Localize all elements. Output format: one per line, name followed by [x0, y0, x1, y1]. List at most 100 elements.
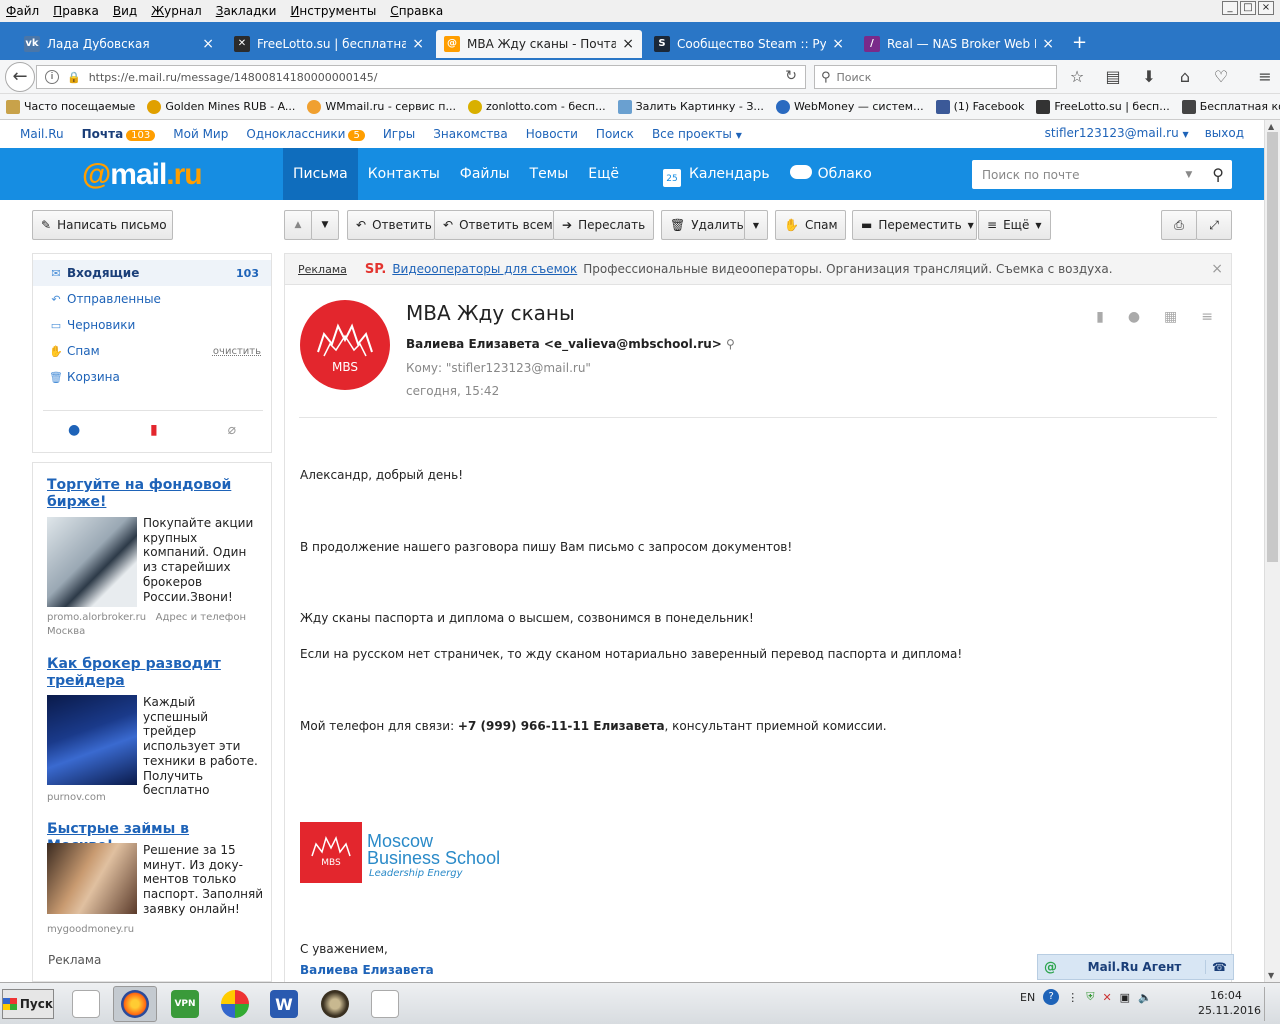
taskbar-firefox[interactable]: [113, 986, 157, 1022]
read-status-icon[interactable]: ●: [1128, 309, 1140, 325]
close-tab-icon[interactable]: ×: [412, 36, 424, 52]
move-button[interactable]: ▬ Переместить ▼: [852, 210, 977, 240]
ad-title[interactable]: Как брокер разводит трейдера: [47, 656, 247, 690]
bookmark-item[interactable]: Залить Картинку - З...: [617, 99, 764, 114]
portal-link-mailru[interactable]: Mail.Ru: [20, 127, 64, 141]
mailru-logo[interactable]: @mail.ru: [82, 158, 203, 192]
close-ad-icon[interactable]: ×: [1211, 261, 1223, 277]
message-from[interactable]: Валиева Елизавета <e_valieva@mbschool.ru…: [406, 337, 735, 351]
prev-message-button[interactable]: ▲: [284, 210, 312, 240]
clear-spam-link[interactable]: очистить: [213, 346, 261, 357]
folder-trash[interactable]: 🗑 Корзина: [33, 364, 271, 390]
portal-link-all-projects[interactable]: Все проекты ▼: [652, 127, 742, 141]
tab-lada[interactable]: vk Лада Дубовская ×: [16, 30, 222, 58]
close-tab-icon[interactable]: ×: [832, 36, 844, 52]
page-scrollbar[interactable]: ▲ ▼: [1264, 120, 1280, 982]
security-shield-icon[interactable]: ⛨: [1086, 990, 1094, 1004]
nav-cloud[interactable]: Облако: [780, 148, 882, 200]
search-icon[interactable]: ⚲: [726, 337, 735, 351]
show-desktop-button[interactable]: [1264, 987, 1278, 1021]
fullscreen-button[interactable]: ⤢: [1196, 210, 1232, 240]
back-button[interactable]: ←: [5, 62, 35, 92]
minimize-button[interactable]: _: [1222, 1, 1238, 15]
tab-steam[interactable]: S Сообщество Steam :: Руков... ×: [646, 30, 852, 58]
compose-button[interactable]: ✎ Написать письмо: [32, 210, 173, 240]
close-window-button[interactable]: ×: [1258, 1, 1274, 15]
portal-link-search[interactable]: Поиск: [596, 127, 634, 141]
nav-contacts[interactable]: Контакты: [358, 148, 450, 200]
bookmark-item[interactable]: WebMoney — систем...: [775, 99, 924, 114]
mail-search-input[interactable]: Поиск по почте ▼ ⚲: [972, 160, 1232, 189]
calendar-icon[interactable]: ▦: [1164, 309, 1177, 325]
bookmark-item[interactable]: Часто посещаемые: [6, 99, 135, 114]
help-icon[interactable]: ?: [1043, 989, 1060, 1005]
bookmark-item[interactable]: zonlotto.com - бесп...: [467, 99, 606, 114]
menu-bookmarks[interactable]: Закладки: [216, 4, 277, 18]
delete-dropdown-button[interactable]: ▼: [744, 210, 768, 240]
menu-edit[interactable]: Правка: [53, 4, 99, 18]
phone-icon[interactable]: ☎: [1205, 960, 1233, 974]
new-tab-button[interactable]: +: [1072, 32, 1087, 53]
search-icon[interactable]: ⚲: [1212, 165, 1224, 184]
reply-all-button[interactable]: ↶ Ответить всем: [434, 210, 554, 240]
folder-drafts[interactable]: ▭ Черновики: [33, 312, 271, 338]
ad-title[interactable]: Торгуйте на фондовой бирже!: [47, 477, 247, 511]
bookmark-icon[interactable]: ▮: [1096, 309, 1104, 325]
scroll-thumb[interactable]: [1267, 132, 1278, 562]
unread-filter-icon[interactable]: ●: [68, 422, 80, 438]
menu-view[interactable]: Вид: [113, 4, 137, 18]
nav-letters[interactable]: Письма: [283, 148, 358, 200]
folder-inbox[interactable]: ✉ Входящие 103: [33, 260, 271, 286]
portal-link-games[interactable]: Игры: [383, 127, 415, 141]
display-icon[interactable]: ▣: [1120, 991, 1130, 1004]
menu-file[interactable]: Файл: [6, 4, 39, 18]
hamburger-menu-icon[interactable]: ≡: [1254, 66, 1276, 88]
info-icon[interactable]: i: [45, 70, 59, 84]
nav-files[interactable]: Файлы: [450, 148, 520, 200]
close-tab-icon[interactable]: ×: [622, 36, 634, 52]
taskbar-explorer[interactable]: [64, 986, 108, 1022]
logout-link[interactable]: выход: [1205, 126, 1244, 140]
flag-filter-icon[interactable]: ▮: [150, 422, 158, 438]
bookmark-item[interactable]: WMmail.ru - сервис п...: [307, 99, 456, 114]
mailru-agent-bar[interactable]: @ Mail.Ru Агент ☎: [1037, 954, 1234, 980]
close-tab-icon[interactable]: ×: [1042, 36, 1054, 52]
ad-label[interactable]: Реклама: [298, 263, 347, 276]
reply-button[interactable]: ↶ Ответить: [347, 210, 435, 240]
reading-list-icon[interactable]: ▤: [1102, 66, 1124, 88]
menu-tools[interactable]: Инструменты: [290, 4, 376, 18]
nav-more[interactable]: Ещё: [578, 148, 629, 200]
scroll-up-icon[interactable]: ▲: [1268, 122, 1274, 131]
portal-link-news[interactable]: Новости: [526, 127, 578, 141]
folder-spam[interactable]: ✋ Спам очистить: [33, 338, 271, 364]
network-warning-icon[interactable]: ✕: [1102, 991, 1111, 1004]
taskbar-clock[interactable]: 16:04 25.11.2016: [1198, 988, 1261, 1018]
portal-link-dating[interactable]: Знакомства: [433, 127, 508, 141]
ad-image-chart[interactable]: [47, 695, 137, 785]
url-text[interactable]: https://e.mail.ru/message/14800814180000…: [89, 71, 378, 84]
folder-sent[interactable]: ↶ Отправленные: [33, 286, 271, 312]
language-indicator[interactable]: EN: [1020, 991, 1035, 1004]
tray-expand-icon[interactable]: ⋮: [1067, 991, 1078, 1004]
download-icon[interactable]: ⬇: [1138, 66, 1160, 88]
ad-link[interactable]: Видеооператоры для съемок: [392, 262, 577, 276]
home-icon[interactable]: ⌂: [1174, 66, 1196, 88]
taskbar-notepad[interactable]: [363, 986, 407, 1022]
taskbar-paint[interactable]: [213, 986, 257, 1022]
menu-history[interactable]: Журнал: [151, 4, 202, 18]
next-message-button[interactable]: ▼: [311, 210, 339, 240]
bookmark-item[interactable]: Golden Mines RUB - A...: [147, 99, 295, 114]
print-button[interactable]: ⎙: [1161, 210, 1197, 240]
nav-calendar[interactable]: 25 Календарь: [653, 148, 780, 200]
tab-mt4[interactable]: / Real — NAS Broker Web MT4 ×: [856, 30, 1062, 58]
url-bar[interactable]: i 🔒 https://e.mail.ru/message/1480081418…: [36, 65, 806, 89]
bookmark-star-icon[interactable]: ☆: [1066, 66, 1088, 88]
spam-button[interactable]: ✋ Спам: [775, 210, 846, 240]
ad-image-money[interactable]: [47, 843, 137, 914]
volume-icon[interactable]: 🔈: [1138, 991, 1152, 1004]
user-email-menu[interactable]: stifler123123@mail.ru ▼: [1045, 126, 1189, 140]
start-button[interactable]: Пуск: [2, 989, 54, 1019]
portal-link-myworld[interactable]: Мой Мир: [173, 127, 228, 141]
reload-icon[interactable]: ↻: [785, 68, 797, 84]
bookmark-item[interactable]: (1) Facebook: [935, 99, 1024, 114]
